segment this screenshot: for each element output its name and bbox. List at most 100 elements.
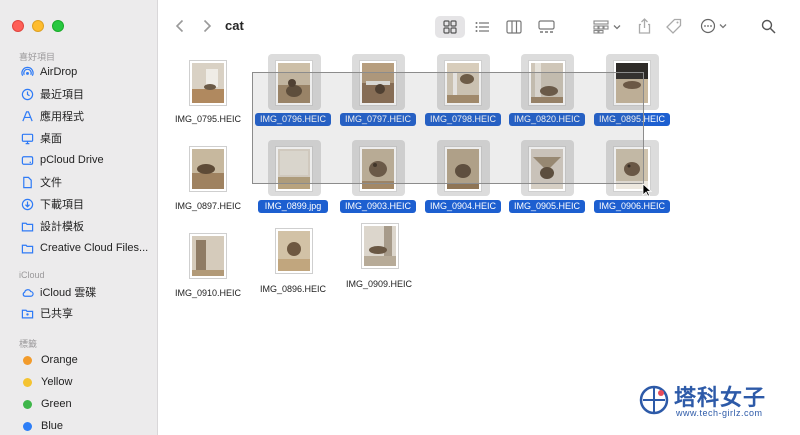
sidebar-item-desktop[interactable]: 桌面: [20, 128, 62, 148]
sidebar-tag-blue[interactable]: Blue: [20, 416, 63, 435]
sidebar-item-downloads[interactable]: 下載項目: [20, 194, 84, 214]
ellipsis-circle-icon: [700, 18, 715, 34]
gallery-icon: [537, 20, 555, 33]
sidebar-item-label: Yellow: [41, 376, 73, 388]
cat-photo-image: [192, 149, 224, 189]
grid-icon: [443, 20, 457, 34]
group-grid-icon: [593, 20, 609, 34]
sidebar-item-label: Creative Cloud Files...: [40, 242, 149, 254]
share-button[interactable]: [634, 16, 654, 36]
file-name-label: IMG_0896.HEIC: [259, 284, 327, 294]
clock-icon: [20, 87, 34, 101]
sidebar-item-label: 已共享: [40, 308, 73, 320]
photo-thumbnail: [189, 60, 227, 106]
sidebar-item-label: 應用程式: [40, 111, 84, 123]
sidebar-item-pcloud-drive[interactable]: pCloud Drive: [20, 150, 104, 170]
share-icon: [638, 18, 650, 34]
photo-thumbnail: [361, 223, 399, 269]
sidebar-item-shared[interactable]: 已共享: [20, 303, 73, 323]
photo-thumbnail: [189, 146, 227, 192]
sidebar-item-airdrop[interactable]: AirDrop: [20, 62, 77, 82]
airdrop-icon: [20, 65, 34, 79]
photo-thumbnail: [189, 233, 227, 279]
sidebar-item-label: 文件: [40, 177, 62, 189]
blue-tag-dot-icon: [23, 421, 32, 431]
forward-button[interactable]: [197, 16, 217, 36]
sidebar-item-label: 下載項目: [40, 199, 84, 211]
download-icon: [20, 197, 34, 211]
applications-icon: [20, 109, 34, 123]
minimize-button[interactable]: [32, 20, 44, 32]
sidebar-item-label: iCloud 雲碟: [40, 287, 97, 299]
file-name-label: IMG_0897.HEIC: [174, 201, 242, 211]
watermark-badge-icon: [639, 385, 669, 415]
chevron-down-icon: [613, 25, 621, 30]
file-name-label: IMG_0905.HEIC: [509, 200, 585, 213]
sidebar: 喜好項目 AirDrop 最近項目 應用程式 桌面 pCloud Drive 文…: [0, 0, 158, 435]
watermark-url: www.tech-girlz.com: [676, 408, 763, 418]
file-name-label: IMG_0906.HEIC: [594, 200, 670, 213]
file-name-label: IMG_0909.HEIC: [345, 279, 413, 289]
icloud-section-title: iCloud: [19, 270, 45, 280]
cloud-drive-icon: [20, 153, 34, 167]
sidebar-item-label: Blue: [41, 420, 64, 432]
columns-icon: [506, 20, 522, 34]
desktop-icon: [20, 131, 34, 145]
cat-photo-image: [278, 231, 310, 271]
tags-section-title: 標籤: [19, 339, 38, 349]
sidebar-item-label: pCloud Drive: [40, 154, 104, 166]
tag-icon: [666, 18, 682, 34]
more-actions-button[interactable]: [698, 16, 728, 36]
finder-window: 喜好項目 AirDrop 最近項目 應用程式 桌面 pCloud Drive 文…: [0, 0, 800, 435]
window-title: cat: [225, 18, 244, 33]
chevron-down-icon: [719, 24, 726, 29]
green-tag-dot-icon: [23, 399, 32, 409]
icloud-icon: [20, 285, 34, 299]
search-button[interactable]: [758, 16, 778, 36]
shared-folder-icon: [20, 306, 34, 320]
chevron-left-icon: [175, 19, 184, 33]
sidebar-item-label: 最近項目: [40, 89, 84, 101]
sidebar-item-label: 桌面: [40, 133, 62, 145]
file-name-label: IMG_0795.HEIC: [174, 114, 242, 124]
watermark-logo: 塔科女子 www.tech-girlz.com: [638, 380, 774, 422]
chevron-right-icon: [203, 19, 212, 33]
sidebar-item-label: 設計模板: [40, 221, 84, 233]
sidebar-item-creative-cloud[interactable]: Creative Cloud Files...: [20, 238, 148, 258]
file-name-label: IMG_0899.jpg: [258, 200, 328, 213]
sidebar-item-recents[interactable]: 最近項目: [20, 84, 84, 104]
drag-selection-rectangle: [252, 72, 644, 184]
cat-photo-image: [192, 236, 224, 276]
sidebar-tag-yellow[interactable]: Yellow: [20, 372, 72, 392]
file-name-label: IMG_0910.HEIC: [174, 288, 242, 298]
group-by-button[interactable]: [590, 17, 624, 37]
sidebar-item-applications[interactable]: 應用程式: [20, 106, 84, 126]
yellow-tag-dot-icon: [23, 377, 32, 387]
sidebar-item-documents[interactable]: 文件: [20, 172, 62, 192]
close-button[interactable]: [12, 20, 24, 32]
document-icon: [20, 175, 34, 189]
sidebar-item-icloud-drive[interactable]: iCloud 雲碟: [20, 282, 96, 302]
orange-tag-dot-icon: [23, 355, 32, 365]
file-name-label: IMG_0904.HEIC: [425, 200, 501, 213]
list-icon: [475, 22, 489, 32]
folder-icon: [20, 219, 34, 233]
icon-view-button[interactable]: [440, 18, 460, 36]
tags-button[interactable]: [664, 16, 684, 36]
list-view-button[interactable]: [472, 18, 492, 36]
sidebar-item-label: AirDrop: [40, 66, 78, 78]
back-button[interactable]: [170, 16, 190, 36]
cat-photo-image: [192, 63, 224, 103]
zoom-button[interactable]: [52, 20, 64, 32]
sidebar-tag-green[interactable]: Green: [20, 394, 72, 414]
file-name-label: IMG_0903.HEIC: [340, 200, 416, 213]
photo-thumbnail: [275, 228, 313, 274]
search-icon: [761, 19, 776, 34]
sidebar-tag-orange[interactable]: Orange: [20, 350, 78, 370]
sidebar-item-design-templates[interactable]: 設計模板: [20, 216, 84, 236]
mouse-cursor-icon: [642, 183, 652, 197]
cat-photo-image: [364, 226, 396, 266]
column-view-button[interactable]: [504, 18, 524, 36]
gallery-view-button[interactable]: [536, 18, 556, 36]
window-controls: [12, 20, 64, 32]
